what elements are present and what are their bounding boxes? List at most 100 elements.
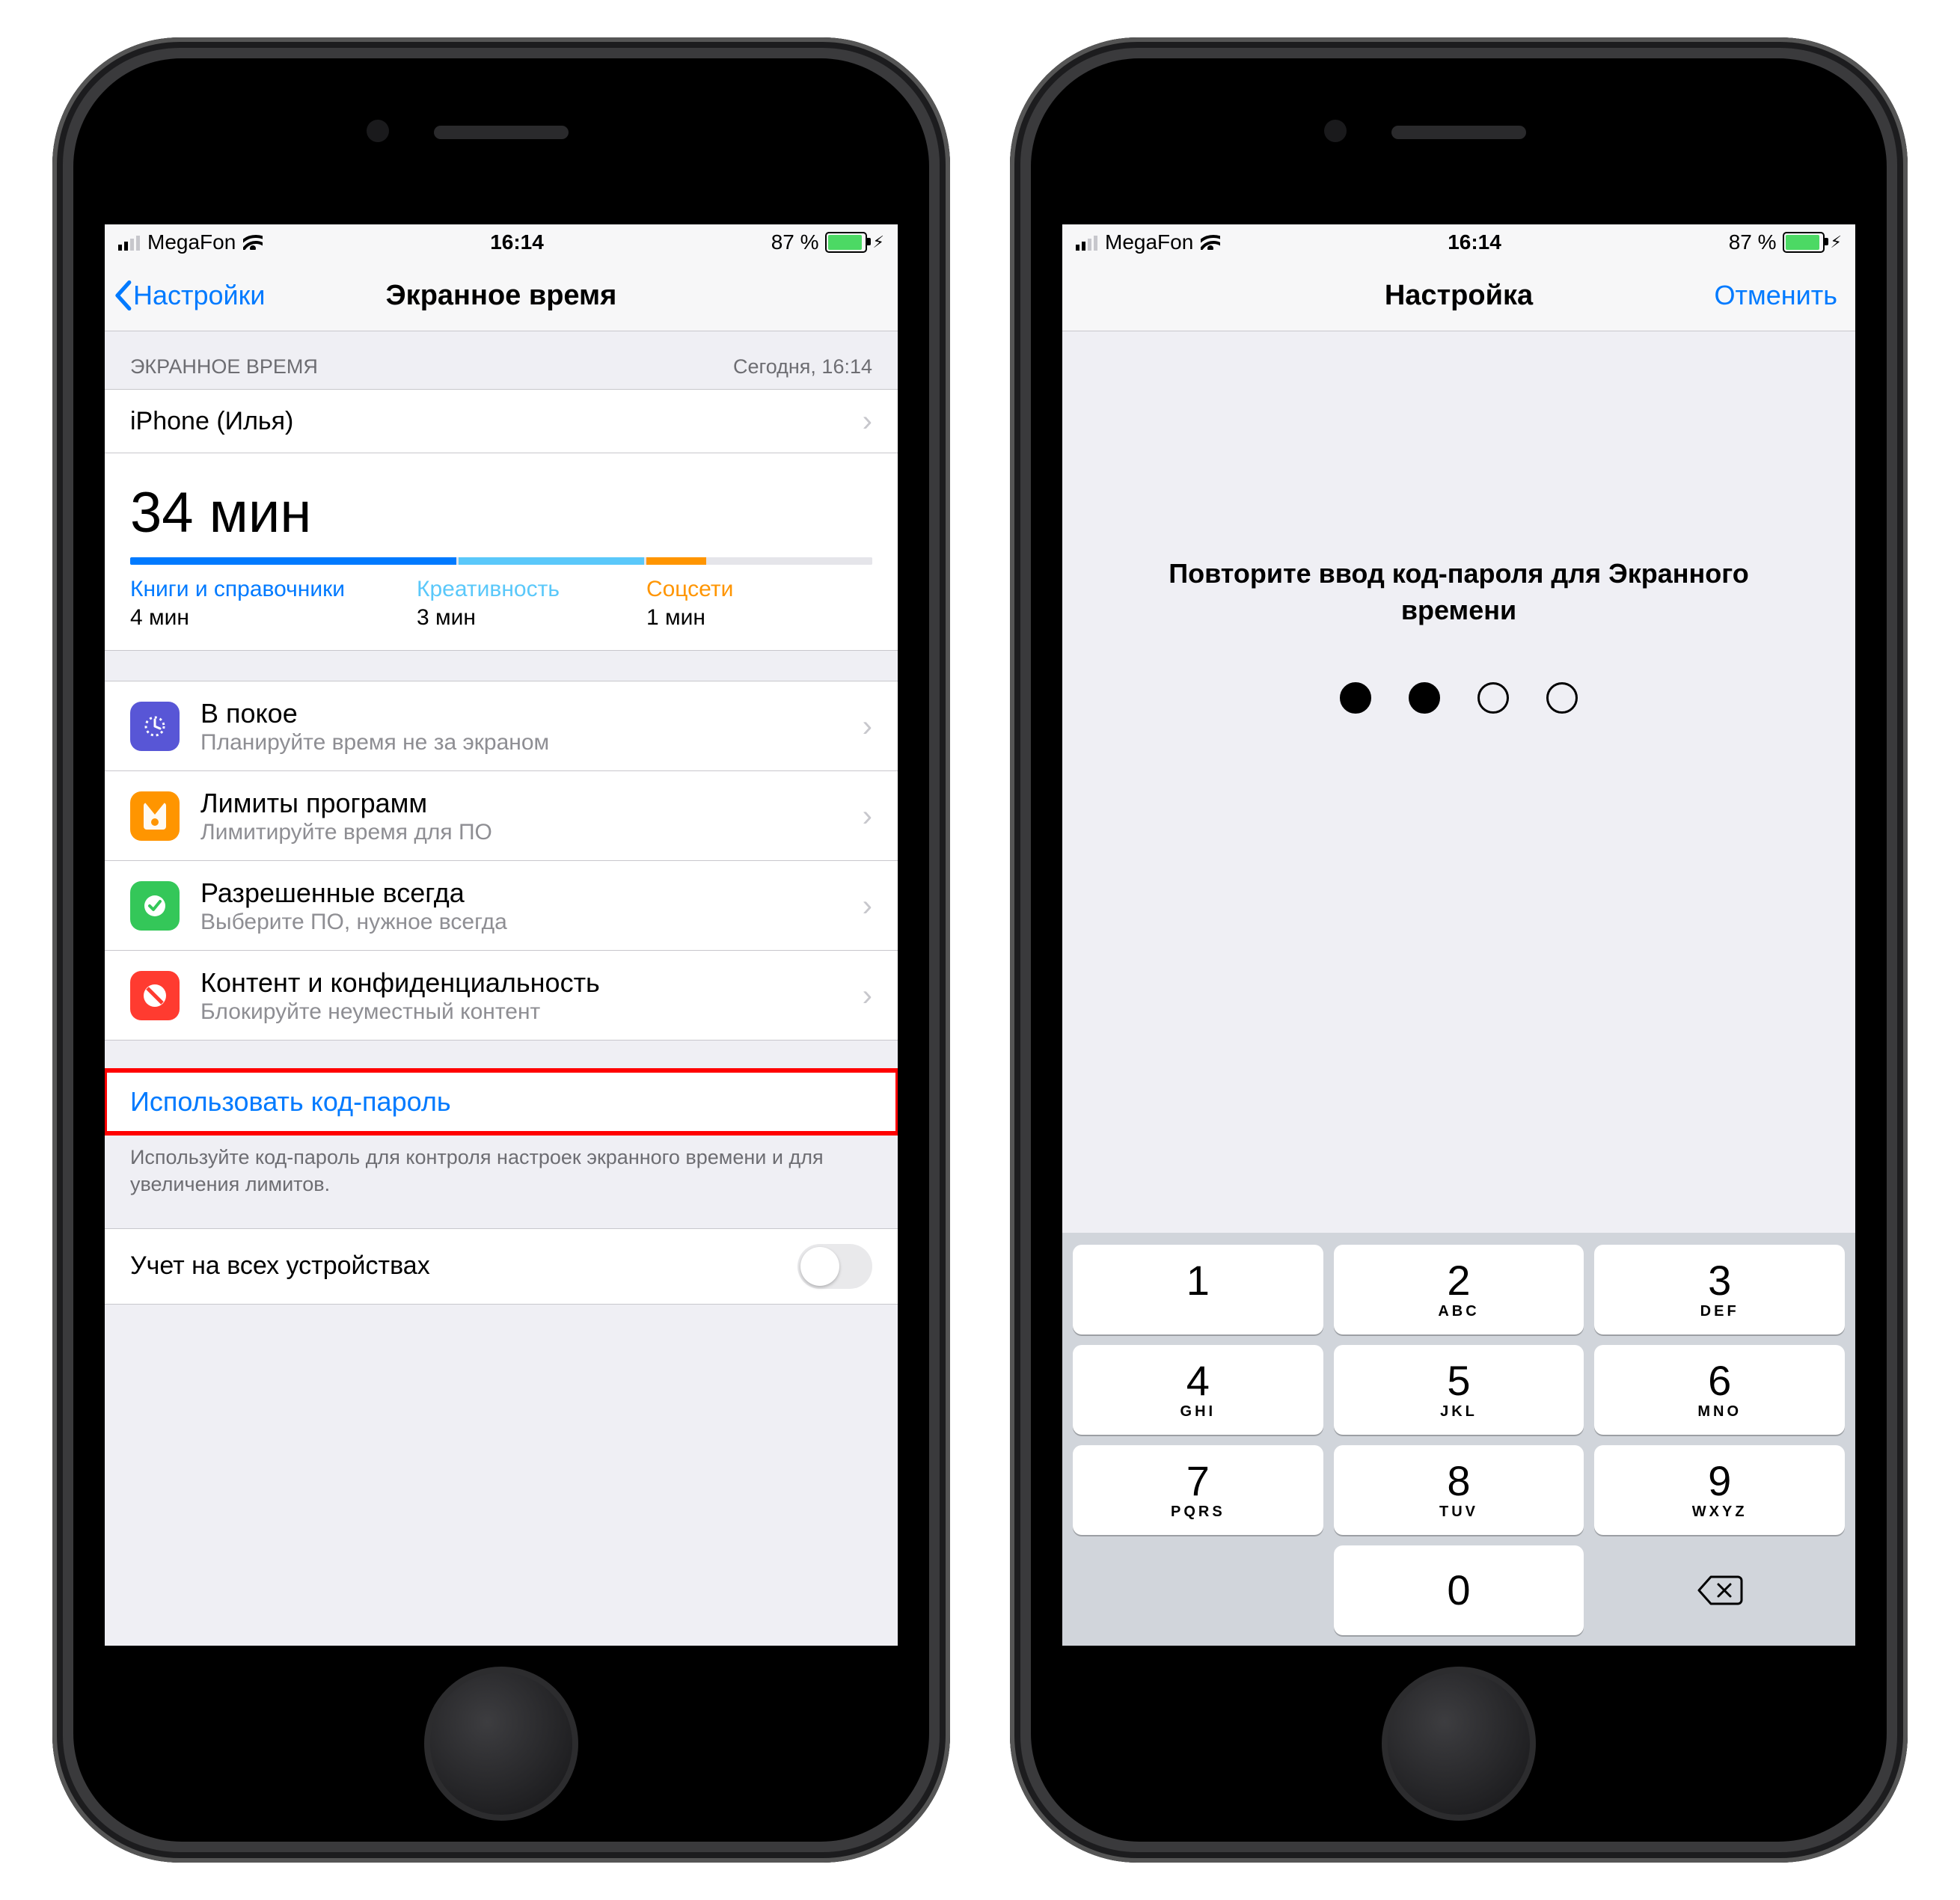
row-title: Лимиты программ [200, 786, 492, 820]
category-label: Креативность [417, 577, 560, 602]
content-scroll[interactable]: ЭКРАННОЕ ВРЕМЯ Сегодня, 16:14 iPhone (Ил… [105, 331, 898, 1305]
row-icon [130, 881, 180, 931]
row-subtitle: Планируйте время не за экраном [200, 730, 549, 756]
keypad-key-9[interactable]: 9 WXYZ [1594, 1445, 1845, 1535]
row-subtitle: Лимитируйте время для ПО [200, 820, 492, 845]
section-header-left: ЭКРАННОЕ ВРЕМЯ [130, 355, 318, 379]
passcode-dot [1546, 682, 1578, 714]
key-letters: JKL [1440, 1403, 1477, 1421]
keypad-key-1[interactable]: 1 [1073, 1245, 1323, 1334]
use-passcode-row[interactable]: Использовать код-пароль [105, 1070, 898, 1133]
key-digit: 5 [1447, 1360, 1470, 1402]
passcode-prompt: Повторите ввод код-пароля для Экранного … [1062, 556, 1855, 628]
category-label: Книги и справочники [130, 577, 345, 602]
signal-icon [1076, 234, 1097, 251]
status-bar: MegaFon 16:14 87 % ⚡︎ [105, 224, 898, 260]
status-time: 16:14 [1220, 230, 1728, 254]
keypad-key-2[interactable]: 2ABC [1334, 1245, 1584, 1334]
row-icon [130, 971, 180, 1020]
row-subtitle: Выберите ПО, нужное всегда [200, 910, 507, 935]
passcode-dot [1409, 682, 1440, 714]
battery-pct: 87 % [1729, 230, 1777, 254]
keypad-key-6[interactable]: 6MNO [1594, 1345, 1845, 1435]
key-letters: DEF [1700, 1303, 1739, 1320]
row-icon [130, 702, 180, 751]
status-bar: MegaFon 16:14 87 % ⚡︎ [1062, 224, 1855, 260]
keypad-key-8[interactable]: 8 TUV [1334, 1445, 1584, 1535]
nav-bar: Настройка Отменить [1062, 260, 1855, 331]
section-header-right: Сегодня, 16:14 [733, 355, 872, 379]
key-digit: 8 [1447, 1460, 1470, 1502]
wifi-icon [1201, 235, 1220, 250]
passcode-dot [1477, 682, 1509, 714]
category-time: 3 мин [417, 605, 560, 631]
nav-bar: Настройки Экранное время [105, 260, 898, 331]
sync-all-devices-row[interactable]: Учет на всех устройствах [105, 1228, 898, 1305]
battery-pct: 87 % [771, 230, 819, 254]
section-header: ЭКРАННОЕ ВРЕМЯ Сегодня, 16:14 [105, 331, 898, 389]
device-row[interactable]: iPhone (Илья) › [105, 389, 898, 453]
row-icon [130, 791, 180, 841]
chevron-right-icon: › [863, 891, 872, 921]
row-title: В покое [200, 696, 549, 730]
keypad-key-3[interactable]: 3DEF [1594, 1245, 1845, 1334]
settings-row[interactable]: Лимиты программЛимитируйте время для ПО › [105, 771, 898, 861]
key-letters: TUV [1439, 1504, 1478, 1521]
category-time: 4 мин [130, 605, 345, 631]
page-title: Экранное время [105, 280, 898, 312]
usage-summary[interactable]: 34 мин Книги и справочники 4 мин Креатив… [105, 453, 898, 651]
use-passcode-label: Использовать код-пароль [130, 1086, 451, 1118]
charging-icon: ⚡︎ [873, 233, 884, 252]
page-title: Настройка [1062, 280, 1855, 312]
total-time: 34 мин [130, 480, 872, 545]
battery-icon [825, 232, 867, 253]
chevron-right-icon: › [863, 801, 872, 831]
keypad-backspace[interactable] [1594, 1545, 1845, 1635]
settings-row[interactable]: В покоеПланируйте время не за экраном › [105, 681, 898, 771]
row-title: Контент и конфиденциальность [200, 966, 600, 999]
charging-icon: ⚡︎ [1831, 233, 1842, 252]
wifi-icon [243, 235, 263, 250]
phone-frame-left: MegaFon 16:14 87 % ⚡︎ Настройки Экранное… [52, 37, 950, 1863]
key-letters: PQRS [1171, 1504, 1225, 1521]
key-letters: MNO [1697, 1403, 1742, 1421]
key-letters: ABC [1438, 1303, 1479, 1320]
key-digit: 3 [1708, 1260, 1731, 1302]
carrier-label: MegaFon [1105, 230, 1193, 254]
passcode-dots [1340, 682, 1578, 714]
keypad-key-5[interactable]: 5JKL [1334, 1345, 1584, 1435]
numeric-keypad: 1 2ABC3DEF 4GHI5JKL6MNO 7PQRS8TUV9WXYZ 0 [1062, 1233, 1855, 1646]
backspace-icon [1696, 1574, 1744, 1607]
device-name: iPhone (Илья) [130, 407, 293, 436]
key-digit: 1 [1186, 1260, 1210, 1302]
chevron-right-icon: › [863, 711, 872, 741]
category-label: Соцсети [646, 577, 733, 602]
key-digit: 4 [1186, 1360, 1210, 1402]
key-letters: WXYZ [1692, 1504, 1748, 1521]
sync-label: Учет на всех устройствах [130, 1251, 430, 1281]
key-letters: GHI [1180, 1403, 1216, 1421]
keypad-key-0[interactable]: 0 [1334, 1545, 1584, 1635]
phone-frame-right: MegaFon 16:14 87 % ⚡︎ Настройка Отменить… [1010, 37, 1908, 1863]
carrier-label: MegaFon [147, 230, 236, 254]
chevron-right-icon: › [863, 406, 872, 436]
passcode-dot [1340, 682, 1371, 714]
usage-legend: Книги и справочники 4 мин Креативность 3… [130, 577, 872, 631]
chevron-right-icon: › [863, 981, 872, 1011]
settings-row[interactable]: Контент и конфиденциальностьБлокируйте н… [105, 951, 898, 1041]
keypad-key-7[interactable]: 7PQRS [1073, 1445, 1323, 1535]
key-digit: 0 [1447, 1569, 1470, 1611]
key-digit: 9 [1708, 1460, 1731, 1502]
settings-row[interactable]: Разрешенные всегдаВыберите ПО, нужное вс… [105, 861, 898, 951]
home-button[interactable] [1382, 1667, 1536, 1821]
sync-switch[interactable] [797, 1244, 872, 1289]
key-letters [1195, 1303, 1202, 1320]
passcode-footer: Используйте код-пароль для контроля наст… [105, 1133, 898, 1198]
signal-icon [118, 234, 140, 251]
keypad-blank [1073, 1545, 1323, 1635]
battery-icon [1783, 232, 1825, 253]
key-digit: 6 [1708, 1360, 1731, 1402]
home-button[interactable] [424, 1667, 578, 1821]
keypad-key-4[interactable]: 4GHI [1073, 1345, 1323, 1435]
key-digit: 2 [1447, 1260, 1470, 1302]
